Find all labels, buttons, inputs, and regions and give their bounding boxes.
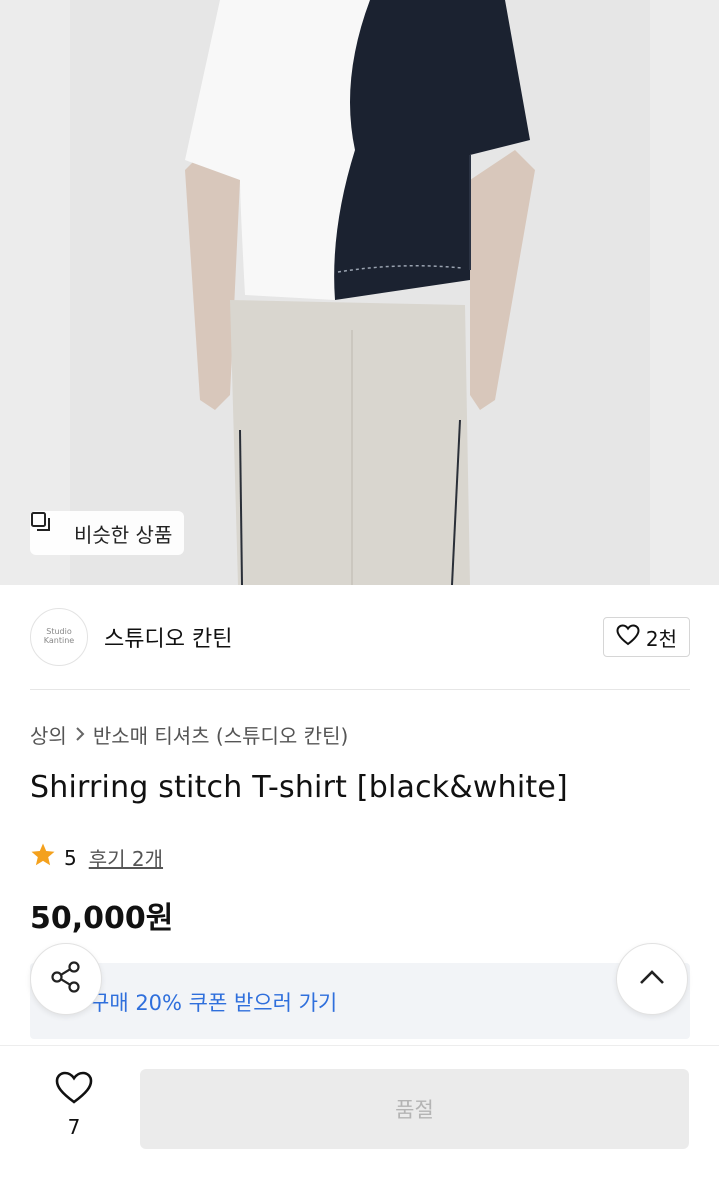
brand-logo[interactable]: Studio Kantine <box>30 608 88 666</box>
brand-like-count: 2천 <box>645 626 677 651</box>
wishlist-count: 7 <box>67 1115 81 1139</box>
similar-products-label: 비슷한 상품 <box>74 522 173 547</box>
wishlist-button[interactable]: 7 <box>44 1071 104 1139</box>
similar-products-button[interactable]: 비슷한 상품 <box>30 511 185 555</box>
bottom-action-bar: 7 품절 <box>0 1045 719 1201</box>
share-button[interactable] <box>30 943 102 1015</box>
coupon-banner[interactable]: 구매 20% 쿠폰 받으러 가기 <box>30 963 690 1039</box>
scroll-top-button[interactable] <box>616 943 688 1015</box>
heart-icon <box>55 1071 93 1109</box>
coupon-text: 구매 20% 쿠폰 받으러 가기 <box>90 991 338 1015</box>
star-icon <box>30 842 56 873</box>
product-rating: 5 후기 2개 <box>30 842 163 873</box>
chevron-up-icon <box>638 968 666 990</box>
brand-row: Studio Kantine 스튜디오 칸틴 2천 <box>30 607 690 667</box>
product-image[interactable]: 비슷한 상품 <box>0 0 719 585</box>
rating-value: 5 <box>64 845 77 870</box>
share-icon <box>49 960 83 998</box>
heart-icon <box>616 623 640 651</box>
breadcrumb-subcategory[interactable]: 반소매 티셔츠 (스튜디오 칸틴) <box>93 720 348 749</box>
product-photo <box>0 0 719 585</box>
sold-out-button[interactable]: 품절 <box>140 1069 689 1149</box>
product-price: 50,000원 <box>30 901 174 936</box>
brand-name[interactable]: 스튜디오 칸틴 <box>104 621 232 653</box>
chevron-right-icon <box>75 723 85 747</box>
breadcrumb-category[interactable]: 상의 <box>30 720 67 749</box>
copy-icon <box>31 512 66 544</box>
brand-logo-text-bottom: Kantine <box>43 636 75 645</box>
review-link[interactable]: 후기 2개 <box>89 843 163 872</box>
product-title: Shirring stitch T-shirt [black&white] <box>30 770 568 805</box>
breadcrumb: 상의 반소매 티셔츠 (스튜디오 칸틴) <box>30 720 348 749</box>
divider <box>30 689 690 690</box>
brand-like-button[interactable]: 2천 <box>602 617 690 657</box>
